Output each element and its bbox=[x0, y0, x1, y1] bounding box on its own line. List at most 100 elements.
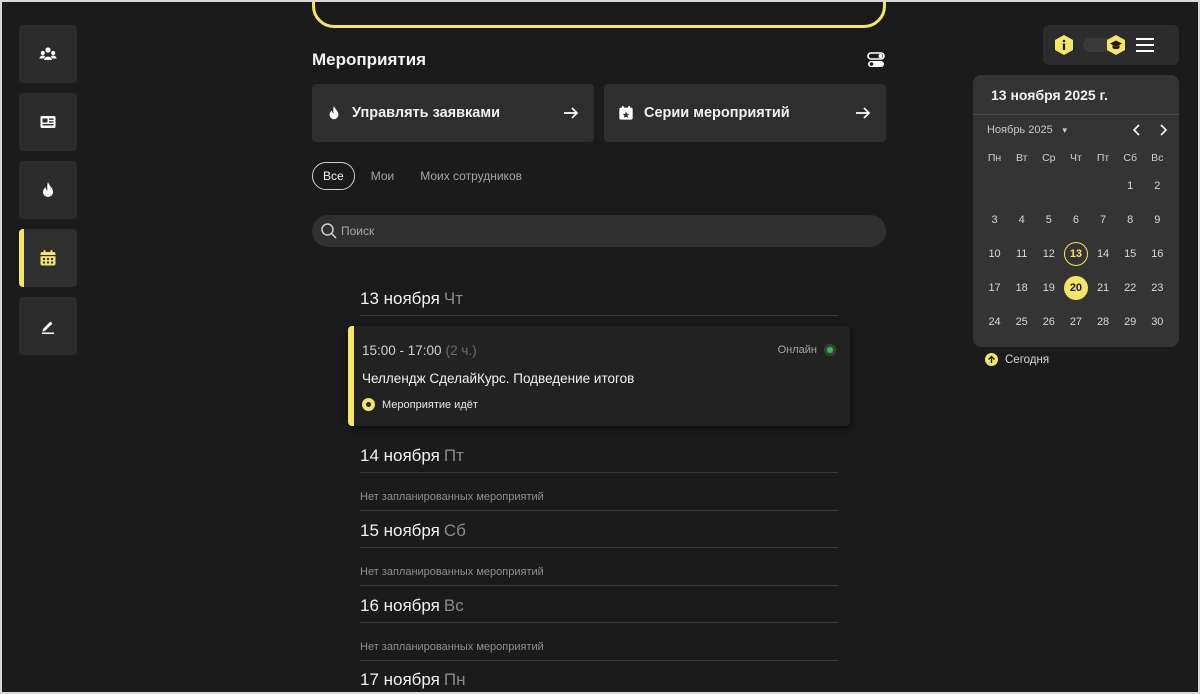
day-date: 16 ноября bbox=[360, 596, 440, 615]
event-status: Мероприятие идёт bbox=[362, 398, 478, 411]
hamburger-menu-icon[interactable] bbox=[1135, 36, 1155, 54]
calendar-day-number: 25 bbox=[1015, 316, 1028, 328]
manage-requests-button[interactable]: Управлять заявками bbox=[312, 84, 594, 142]
featured-card[interactable] bbox=[312, 0, 886, 28]
event-time-range: 15:00 - 17:00 bbox=[362, 343, 442, 358]
day-header: 13 ноября Чт bbox=[360, 280, 838, 316]
calendar-day-number: 23 bbox=[1151, 282, 1164, 294]
weekday-label: Пн bbox=[987, 152, 1002, 164]
calendar-day[interactable]: 28 bbox=[1090, 305, 1117, 339]
search-bar[interactable] bbox=[312, 215, 886, 247]
calendar-day[interactable]: 24 bbox=[981, 305, 1008, 339]
mini-calendar: 13 ноября 2025 г. Ноябрь 2025 ▼ Пн Вт Ср Чт… bbox=[973, 75, 1179, 347]
mode-toggle[interactable] bbox=[1083, 34, 1127, 56]
filter-all[interactable]: Все bbox=[312, 162, 355, 190]
calendar-day[interactable]: 23 bbox=[1144, 271, 1171, 305]
info-icon[interactable] bbox=[1053, 34, 1075, 56]
calendar-day[interactable]: 13 bbox=[1062, 237, 1089, 271]
rail-community-button[interactable] bbox=[19, 25, 77, 83]
day-header: 15 ноября Сб bbox=[360, 512, 838, 548]
calendar-day[interactable]: 19 bbox=[1035, 271, 1062, 305]
calendar-day[interactable]: 29 bbox=[1117, 305, 1144, 339]
calendar-day[interactable]: 6 bbox=[1062, 203, 1089, 237]
live-status-icon bbox=[362, 398, 375, 411]
calendar-day[interactable]: 18 bbox=[1008, 271, 1035, 305]
calendar-day[interactable]: 11 bbox=[1008, 237, 1035, 271]
calendar-current-date: 13 ноября 2025 г. bbox=[991, 87, 1108, 103]
calendar-week-row: 24 25 26 27 28 29 30 bbox=[981, 305, 1171, 339]
calendar-empty-cell bbox=[1090, 169, 1117, 203]
calendar-day[interactable]: 30 bbox=[1144, 305, 1171, 339]
calendar-day-number: 26 bbox=[1042, 316, 1055, 328]
search-input[interactable] bbox=[341, 224, 861, 238]
event-mode: Онлайн bbox=[778, 344, 836, 356]
calendar-day-number: 13 bbox=[1063, 242, 1088, 266]
day-date: 17 ноября bbox=[360, 670, 440, 689]
event-duration: (2 ч.) bbox=[445, 343, 477, 358]
weekday-label: Ср bbox=[1042, 152, 1056, 164]
calendar-day[interactable]: 27 bbox=[1062, 305, 1089, 339]
weekday-header-row: Пн Вт Ср Чт Пт Сб Вс bbox=[981, 147, 1171, 169]
graduation-cap-icon bbox=[1107, 35, 1125, 55]
rail-flame-button[interactable] bbox=[19, 161, 77, 219]
day-weekday: Пн bbox=[443, 670, 466, 689]
rail-calendar-button[interactable] bbox=[19, 229, 77, 287]
day-weekday: Сб bbox=[443, 521, 466, 540]
edit-icon bbox=[42, 321, 54, 334]
calendar-day[interactable]: 2 bbox=[1144, 169, 1171, 203]
left-rail bbox=[19, 25, 77, 365]
online-status-icon bbox=[824, 344, 836, 356]
calendar-day[interactable]: 16 bbox=[1144, 237, 1171, 271]
today-label: Сегодня bbox=[1005, 353, 1050, 366]
calendar-day-number: 21 bbox=[1096, 282, 1110, 294]
month-select[interactable]: Ноябрь 2025 ▼ bbox=[987, 124, 1069, 136]
calendar-day[interactable]: 5 bbox=[1035, 203, 1062, 237]
calendar-day[interactable]: 3 bbox=[981, 203, 1008, 237]
weekday-label: Чт bbox=[1070, 152, 1082, 164]
calendar-day[interactable]: 20 bbox=[1062, 271, 1089, 305]
calendar-day[interactable]: 14 bbox=[1090, 237, 1117, 271]
calendar-day[interactable]: 1 bbox=[1117, 169, 1144, 203]
calendar-day[interactable]: 9 bbox=[1144, 203, 1171, 237]
rail-edit-button[interactable] bbox=[19, 297, 77, 355]
day-weekday: Чт bbox=[443, 289, 464, 308]
calendar-day[interactable]: 7 bbox=[1090, 203, 1117, 237]
filter-mine[interactable]: Мои bbox=[361, 162, 405, 190]
calendar-week-row: 10 11 12 13 14 15 16 bbox=[981, 237, 1171, 271]
calendar-day-number: 14 bbox=[1096, 248, 1110, 260]
calendar-day[interactable]: 21 bbox=[1090, 271, 1117, 305]
weekday-label: Вт bbox=[1015, 152, 1028, 164]
calendar-day[interactable]: 15 bbox=[1117, 237, 1144, 271]
calendar-day-number: 7 bbox=[1100, 214, 1107, 226]
calendar-day-number: 27 bbox=[1069, 316, 1083, 328]
calendar-day[interactable]: 17 bbox=[981, 271, 1008, 305]
calendar-day[interactable]: 22 bbox=[1117, 271, 1144, 305]
event-series-button[interactable]: Серии мероприятий bbox=[604, 84, 886, 142]
calendar-empty-cell bbox=[981, 169, 1008, 203]
chevron-right-icon[interactable] bbox=[1155, 122, 1171, 138]
filter-my-employees[interactable]: Моих сотрудников bbox=[410, 162, 532, 190]
calendar-day[interactable]: 26 bbox=[1035, 305, 1062, 339]
event-card[interactable]: 15:00 - 17:00 (2 ч.) Онлайн Челлендж Сдел… bbox=[348, 326, 850, 426]
chevron-left-icon[interactable] bbox=[1129, 122, 1145, 138]
calendar-day[interactable]: 4 bbox=[1008, 203, 1035, 237]
calendar-week-row: 17 18 19 20 21 22 23 bbox=[981, 271, 1171, 305]
calendar-day[interactable]: 12 bbox=[1035, 237, 1062, 271]
calendar-empty-cell bbox=[1062, 169, 1089, 203]
day-date: 15 ноября bbox=[360, 521, 440, 540]
calendar-day[interactable]: 25 bbox=[1008, 305, 1035, 339]
settings-toggle-icon[interactable] bbox=[867, 51, 885, 69]
calendar-day[interactable]: 8 bbox=[1117, 203, 1144, 237]
event-title: Челлендж СделайКурс. Подведение итогов bbox=[362, 371, 635, 386]
rail-news-button[interactable] bbox=[19, 93, 77, 151]
no-events-text: Нет запланированных мероприятий bbox=[360, 485, 838, 511]
arrow-right-icon bbox=[564, 107, 579, 119]
search-icon bbox=[321, 223, 337, 239]
calendar-day-number: 9 bbox=[1154, 214, 1161, 226]
calendar-day-number: 16 bbox=[1151, 248, 1164, 260]
today-button[interactable]: Сегодня bbox=[985, 353, 1049, 366]
calendar-day[interactable]: 10 bbox=[981, 237, 1008, 271]
calendar-day-number: 24 bbox=[988, 316, 1001, 328]
calendar-day-number: 30 bbox=[1151, 316, 1164, 328]
calendar-icon bbox=[40, 250, 56, 266]
